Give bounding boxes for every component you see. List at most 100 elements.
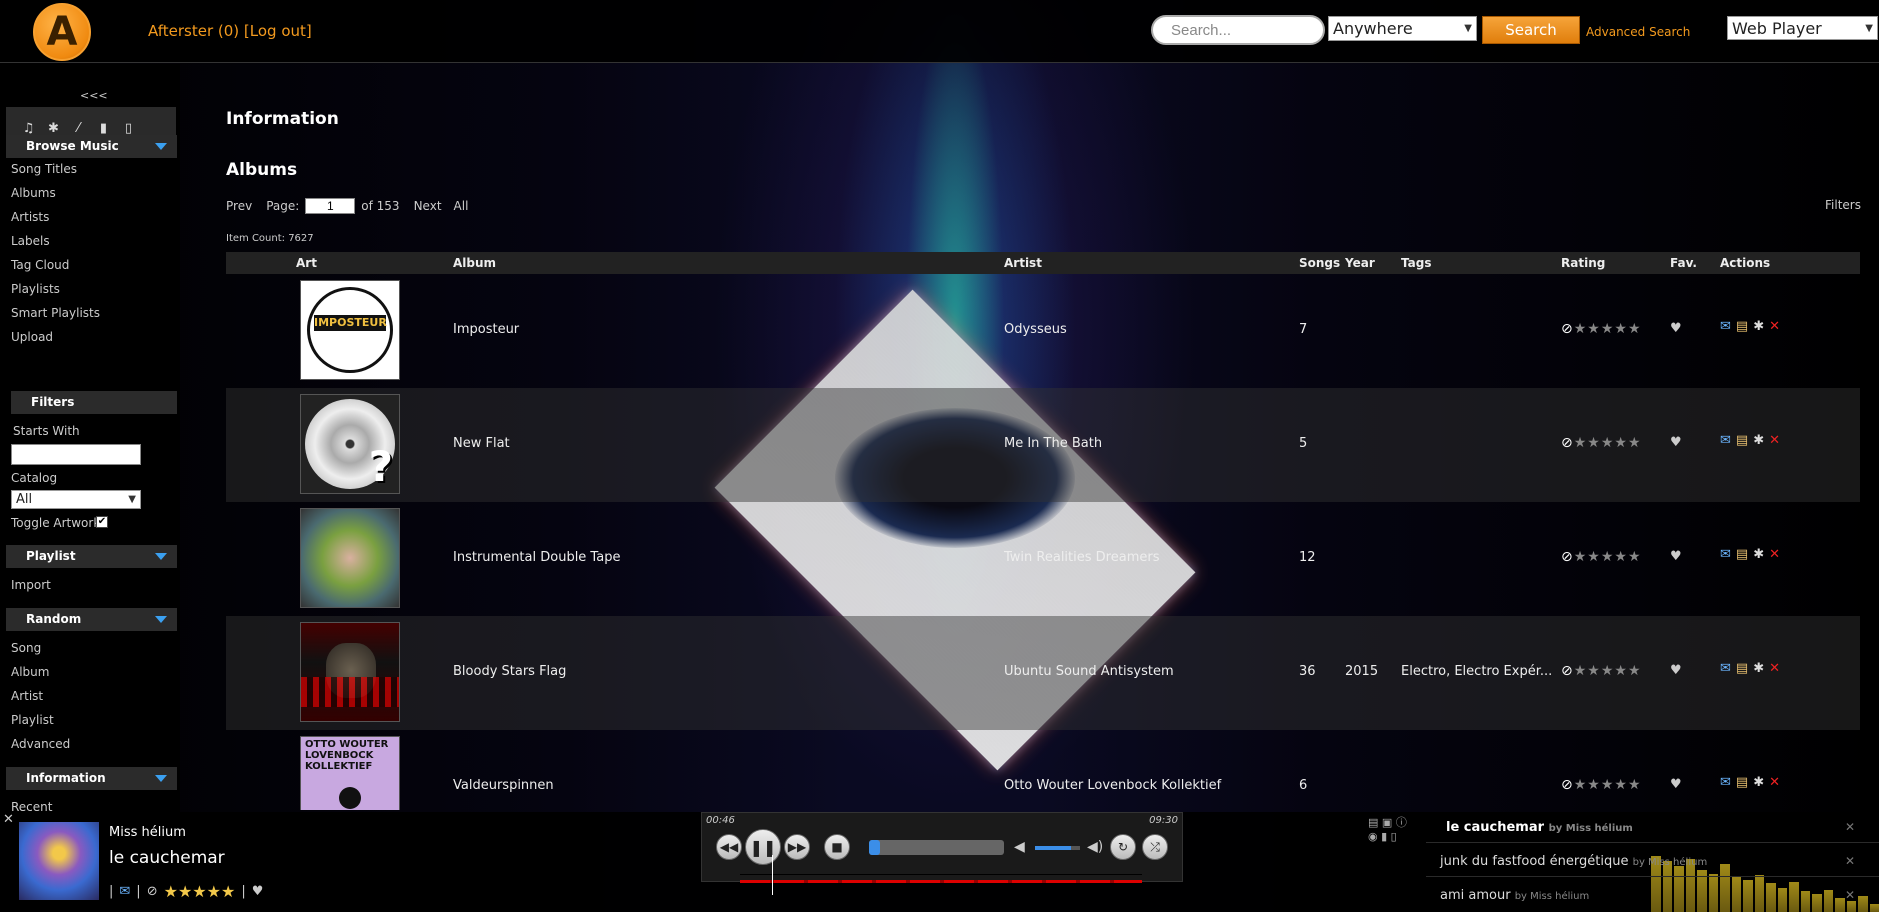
album-art[interactable]: ? xyxy=(300,394,400,494)
delete-icon[interactable]: ✕ xyxy=(1769,319,1780,334)
sidebar-item-recent[interactable]: Recent xyxy=(11,800,52,812)
sidebar-item-artists[interactable]: Artists xyxy=(11,210,49,224)
edit-icon[interactable]: ▤ xyxy=(1736,661,1748,676)
album-link[interactable]: Instrumental Double Tape xyxy=(453,550,620,565)
close-icon[interactable]: ✕ xyxy=(3,812,14,827)
edit-icon[interactable]: ▤ xyxy=(1736,319,1748,334)
now-playing-artist[interactable]: Miss hélium xyxy=(109,825,186,840)
album-tags[interactable]: Electro, Electro Expér... xyxy=(1401,664,1552,679)
delete-icon[interactable]: ✕ xyxy=(1769,433,1780,448)
rating-stars[interactable]: ⊘★★★★★ xyxy=(1561,435,1642,451)
save-icon[interactable]: ▯ xyxy=(1391,830,1397,843)
ampache-logo[interactable]: A xyxy=(33,3,91,61)
toggle-artwork-checkbox[interactable]: ✔ xyxy=(96,516,108,528)
comment-icon[interactable]: ✉ xyxy=(1720,661,1731,676)
stop-button[interactable]: ■ xyxy=(824,834,850,860)
table-row[interactable]: Instrumental Double Tape Twin Realities … xyxy=(226,502,1860,616)
info-icon[interactable]: ⓘ xyxy=(1396,816,1407,829)
table-row[interactable]: Bloody Stars Flag Ubuntu Sound Antisyste… xyxy=(226,616,1860,730)
waveform[interactable] xyxy=(740,855,1142,895)
column-artist[interactable]: Artist xyxy=(1004,256,1042,270)
sidebar-item-random-advanced[interactable]: Advanced xyxy=(11,737,70,751)
column-year[interactable]: Year xyxy=(1345,256,1375,270)
no-rating-icon[interactable]: ⊘ xyxy=(147,884,158,899)
playlist-item[interactable]: le cauchemar by Miss hélium xyxy=(1446,820,1633,835)
comment-icon[interactable]: ✉ xyxy=(1720,775,1731,790)
close-icon[interactable]: ✕ xyxy=(1845,854,1855,868)
album-art[interactable]: IMPOSTEUR xyxy=(300,280,400,380)
close-icon[interactable]: ✕ xyxy=(1845,820,1855,834)
sidebar-item-random-artist[interactable]: Artist xyxy=(11,689,43,703)
album-link[interactable]: Bloody Stars Flag xyxy=(453,664,566,679)
search-button[interactable]: Search xyxy=(1482,16,1580,44)
table-row[interactable]: IMPOSTEUR Imposteur Odysseus 7 ⊘★★★★★ ♥ … xyxy=(226,274,1860,388)
playlist-icon[interactable]: ▤ xyxy=(1368,816,1378,829)
sidebar-item-tag-cloud[interactable]: Tag Cloud xyxy=(11,258,69,272)
rating-stars[interactable]: ⊘★★★★★ xyxy=(1561,321,1642,337)
album-link[interactable]: Valdeurspinnen xyxy=(453,778,554,793)
next-track-button[interactable]: ▶▶ xyxy=(784,834,810,860)
artist-link[interactable]: Ubuntu Sound Antisystem xyxy=(1004,664,1174,679)
volume-mute-icon[interactable]: ◀ xyxy=(1014,839,1025,855)
heart-icon[interactable]: ♥ xyxy=(1670,549,1682,564)
information-header[interactable]: Information xyxy=(6,767,177,790)
edit-icon[interactable]: ▤ xyxy=(1736,433,1748,448)
sidebar-collapse-button[interactable]: <<< xyxy=(80,89,108,102)
comment-icon[interactable]: ✉ xyxy=(1720,433,1731,448)
edit-icon[interactable]: ▤ xyxy=(1736,775,1748,790)
username-link[interactable]: Afterster (0) xyxy=(148,22,239,40)
sidebar-item-smart-playlists[interactable]: Smart Playlists xyxy=(11,306,100,320)
gear-icon[interactable]: ✱ xyxy=(1753,319,1764,334)
headphones-icon[interactable]: ♫ xyxy=(22,121,35,136)
artist-link[interactable]: Otto Wouter Lovenbock Kollektief xyxy=(1004,778,1221,793)
delete-icon[interactable]: ✕ xyxy=(1769,775,1780,790)
filters-link[interactable]: Filters xyxy=(1825,198,1861,212)
close-icon[interactable]: ✕ xyxy=(1845,888,1855,902)
sidebar-item-song-titles[interactable]: Song Titles xyxy=(11,162,77,176)
gear-icon[interactable]: ✱ xyxy=(1753,775,1764,790)
now-playing-title[interactable]: le cauchemar xyxy=(109,848,225,868)
rating-stars[interactable]: ⊘★★★★★ xyxy=(1561,549,1642,565)
heart-icon[interactable]: ♥ xyxy=(1670,777,1682,792)
sidebar-item-albums[interactable]: Albums xyxy=(11,186,56,200)
all-pages-link[interactable]: All xyxy=(454,199,469,213)
heart-icon[interactable]: ♥ xyxy=(252,884,264,899)
player-mode-select[interactable]: Web Player ▼ xyxy=(1727,16,1878,40)
image-icon[interactable]: ▣ xyxy=(1382,816,1392,829)
column-art[interactable]: Art xyxy=(296,256,317,270)
advanced-search-link[interactable]: Advanced Search xyxy=(1586,25,1690,39)
gear-icon[interactable]: ✱ xyxy=(1753,547,1764,562)
search-input[interactable] xyxy=(1151,15,1325,45)
no-rating-icon[interactable]: ⊘ xyxy=(1561,435,1574,451)
no-rating-icon[interactable]: ⊘ xyxy=(1561,663,1574,679)
sidebar-item-random-album[interactable]: Album xyxy=(11,665,49,679)
rating-stars[interactable]: ⊘★★★★★ xyxy=(1561,663,1642,679)
gear-icon[interactable]: ✱ xyxy=(1753,433,1764,448)
column-songs[interactable]: Songs xyxy=(1299,256,1340,270)
wand-icon[interactable]: ⁄ xyxy=(72,121,85,136)
comment-icon[interactable]: ✉ xyxy=(1720,319,1731,334)
rating-stars[interactable]: ★★★★★ xyxy=(164,882,236,901)
trash-icon[interactable]: ▮ xyxy=(1381,830,1387,843)
no-rating-icon[interactable]: ⊘ xyxy=(1561,549,1574,565)
album-link[interactable]: New Flat xyxy=(453,436,510,451)
pause-button[interactable]: ❚❚ xyxy=(745,829,781,865)
sidebar-item-random-playlist[interactable]: Playlist xyxy=(11,713,54,727)
starts-with-input[interactable] xyxy=(11,444,141,465)
album-art[interactable]: OTTO WOUTER LOVENBOCK KOLLEKTIEF xyxy=(300,736,400,810)
rating-stars[interactable]: ⊘★★★★★ xyxy=(1561,777,1642,793)
mobile-icon[interactable]: ▮ xyxy=(97,121,110,136)
no-rating-icon[interactable]: ⊘ xyxy=(1561,777,1574,793)
comment-icon[interactable]: ✉ xyxy=(1720,547,1731,562)
random-header[interactable]: Random xyxy=(6,608,177,631)
sidebar-item-labels[interactable]: Labels xyxy=(11,234,50,248)
catalog-select[interactable]: All ▼ xyxy=(11,490,141,509)
eye-icon[interactable]: ◉ xyxy=(1368,830,1378,843)
volume-max-icon[interactable]: ◀) xyxy=(1087,839,1103,855)
album-art[interactable] xyxy=(300,508,400,608)
sidebar-item-upload[interactable]: Upload xyxy=(11,330,53,344)
door-icon[interactable]: ▯ xyxy=(122,121,135,136)
logout-link[interactable]: [Log out] xyxy=(244,22,312,40)
column-tags[interactable]: Tags xyxy=(1401,256,1431,270)
gear-icon[interactable]: ✱ xyxy=(47,121,60,136)
